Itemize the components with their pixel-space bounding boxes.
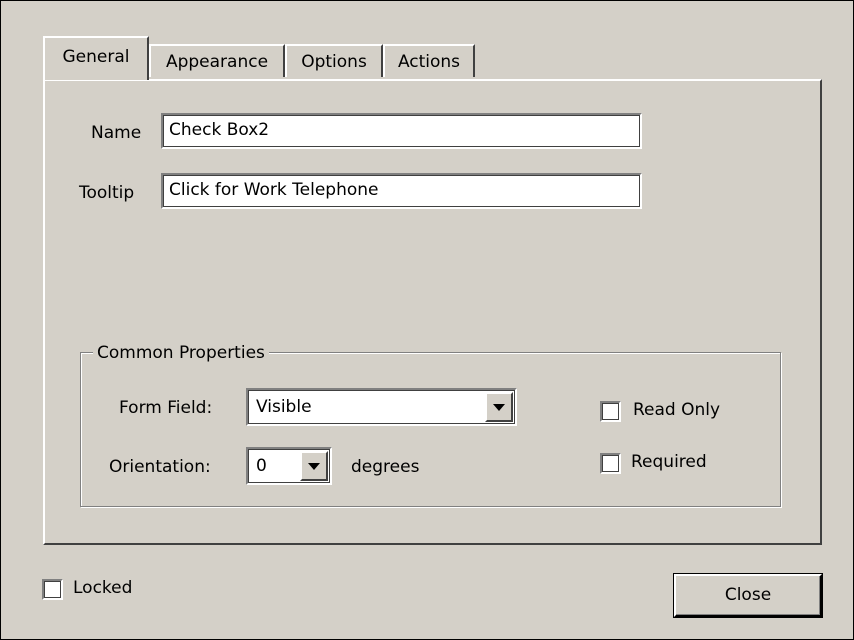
locked-checkbox[interactable]: [42, 579, 63, 600]
field-properties-dialog: General Appearance Options Actions Name …: [0, 0, 854, 640]
tab-general[interactable]: General: [43, 36, 149, 80]
common-properties-title: Common Properties: [93, 341, 269, 365]
tab-appearance[interactable]: Appearance: [149, 44, 285, 77]
general-tab-panel: [43, 79, 822, 545]
tab-options[interactable]: Options: [285, 44, 383, 77]
tab-actions[interactable]: Actions: [383, 44, 475, 77]
locked-label: Locked: [73, 578, 133, 598]
close-button[interactable]: Close: [673, 573, 823, 618]
